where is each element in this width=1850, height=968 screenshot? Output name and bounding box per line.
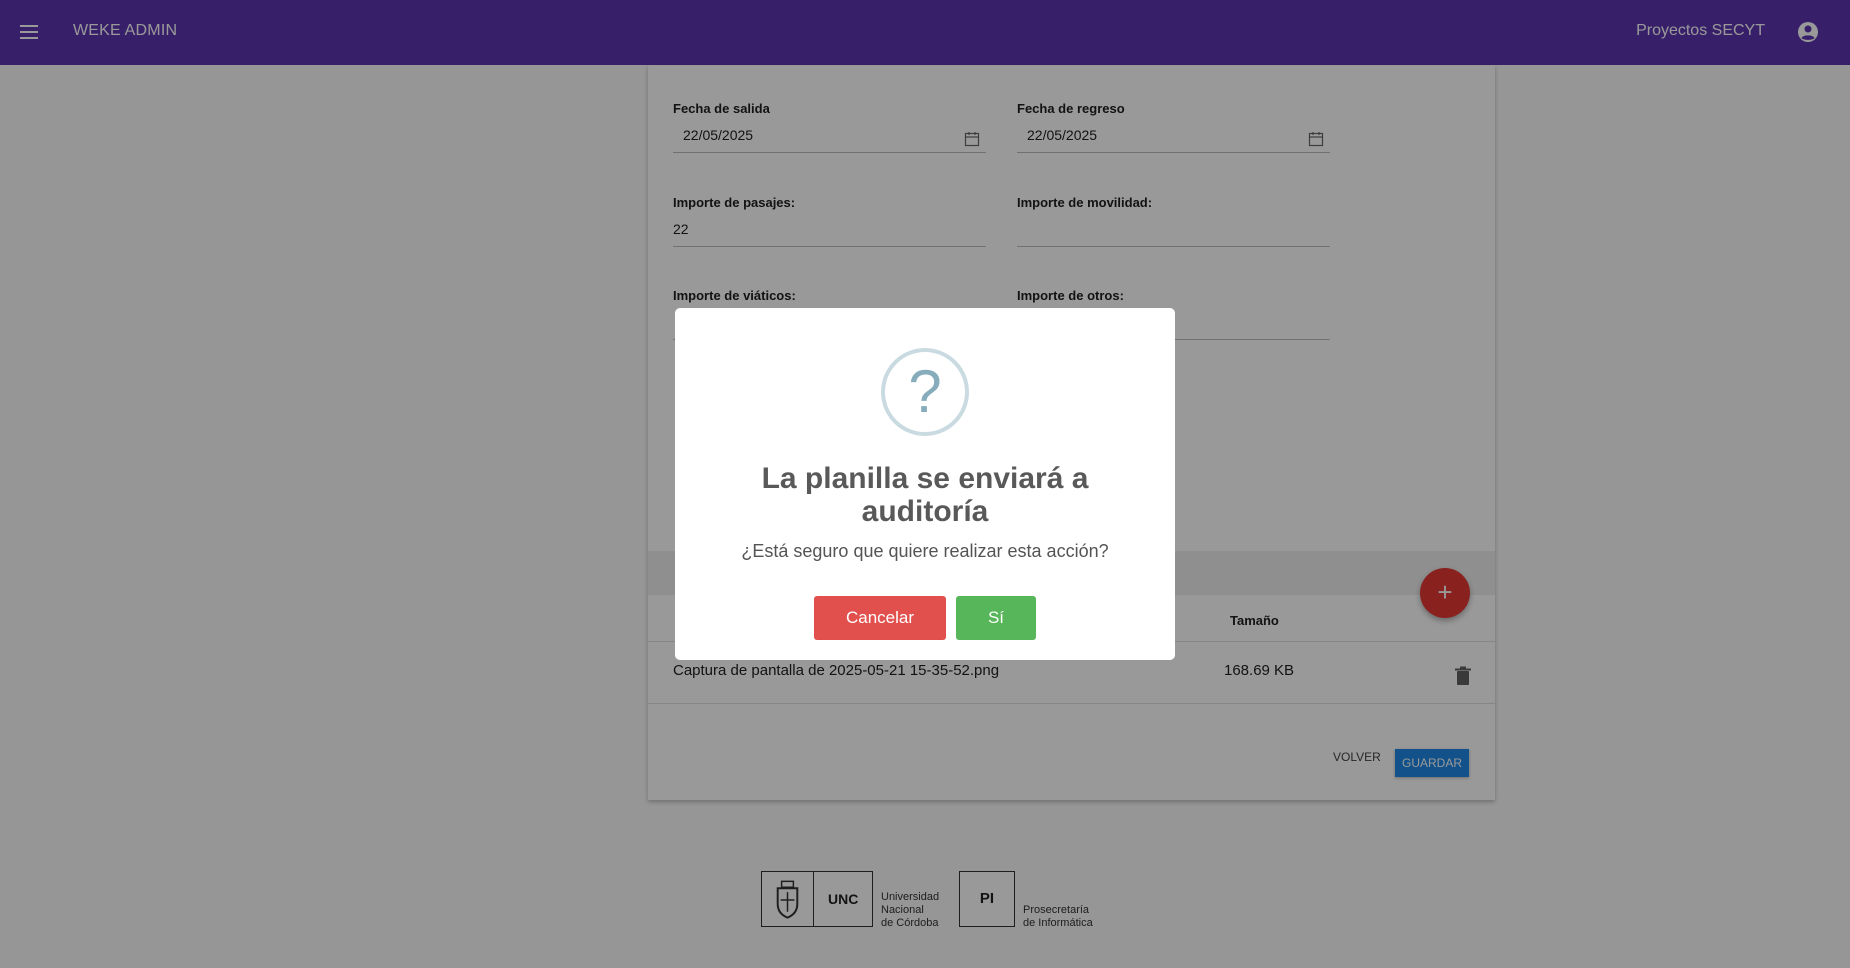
cancel-button[interactable]: Cancelar xyxy=(814,596,946,640)
dialog-title: La planilla se enviará a auditoría xyxy=(761,462,1089,528)
question-icon: ? xyxy=(881,348,969,436)
dialog-text: ¿Está seguro que quiere realizar esta ac… xyxy=(741,541,1109,561)
confirm-button[interactable]: Sí xyxy=(956,596,1036,640)
confirm-dialog: ? La planilla se enviará a auditoría ¿Es… xyxy=(675,308,1175,660)
